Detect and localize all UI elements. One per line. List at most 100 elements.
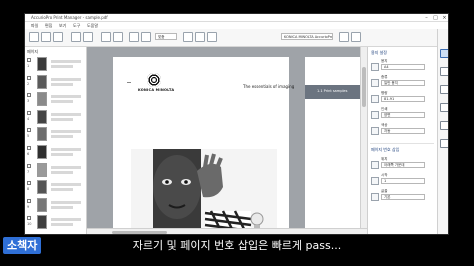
- setting-icon: [371, 95, 379, 103]
- minimize-button[interactable]: –: [422, 14, 431, 22]
- paper-icon[interactable]: [440, 67, 448, 76]
- next-document-page: 1.1 Print samples: [305, 57, 367, 229]
- page-thumbnail-row[interactable]: 3: [25, 91, 86, 108]
- page-thumbnail[interactable]: [37, 57, 47, 71]
- setting-field[interactable]: 양면: [381, 112, 425, 118]
- hand-icon[interactable]: [113, 32, 123, 42]
- thumbnail-detail-line: [51, 112, 81, 116]
- page-select-checkbox[interactable]: [27, 163, 31, 168]
- page-select-checkbox[interactable]: [27, 146, 31, 150]
- finishing-icon[interactable]: [440, 85, 448, 94]
- zoom-select[interactable]: 맞춤: [155, 33, 177, 40]
- rotate-icon[interactable]: [183, 32, 193, 42]
- maximize-button[interactable]: □: [431, 14, 440, 22]
- page-thumbnail-row[interactable]: 9: [25, 197, 86, 214]
- page-thumbnail[interactable]: [37, 180, 47, 195]
- title-bar: AccurioPro Print Manager - sample.pdf – …: [25, 14, 448, 22]
- page-thumbnail[interactable]: [37, 74, 47, 89]
- page-thumbnail-row[interactable]: 8: [25, 179, 86, 196]
- app-window: AccurioPro Print Manager - sample.pdf – …: [24, 13, 449, 235]
- settings-divider: [370, 143, 434, 144]
- page-thumbnail[interactable]: [37, 127, 47, 142]
- horizontal-scrollbar[interactable]: [87, 228, 367, 234]
- page-select-checkbox[interactable]: [27, 110, 31, 115]
- thumbnail-detail-line: [51, 65, 73, 68]
- setting-field[interactable]: 1: [381, 178, 425, 184]
- menu-tools[interactable]: 도구: [73, 22, 80, 29]
- file-name-field[interactable]: KONICA MINOLTA AccurioPress: [281, 33, 333, 40]
- print-icon[interactable]: [53, 32, 63, 42]
- thumbnail-detail-line: [51, 170, 73, 174]
- save-icon[interactable]: [41, 32, 51, 42]
- undo-icon[interactable]: [71, 32, 81, 42]
- page-thumbnail[interactable]: [37, 109, 47, 124]
- vertical-scroll-thumb[interactable]: [362, 67, 366, 107]
- menu-file[interactable]: 파일: [31, 22, 38, 29]
- page-thumbnail-row[interactable]: 5: [25, 126, 86, 143]
- color-icon[interactable]: [440, 103, 448, 112]
- konica-minolta-logo-icon: [147, 73, 161, 87]
- thumbnail-detail-line: [51, 82, 73, 86]
- page-select-checkbox[interactable]: [27, 58, 31, 62]
- toolbar: 맞춤 KONICA MINOLTA AccurioPress: [25, 29, 448, 47]
- menu-edit[interactable]: 편집: [45, 22, 52, 29]
- thumbnail-detail-line: [51, 188, 73, 192]
- document-canvas[interactable]: KONICA MINOLTA The essentials of imaging: [87, 47, 367, 234]
- thumbnail-detail-line: [51, 60, 81, 63]
- page-select-checkbox[interactable]: [27, 198, 31, 203]
- redo-icon[interactable]: [83, 32, 93, 42]
- page-select-checkbox[interactable]: [27, 216, 31, 221]
- setting-icon: [371, 161, 379, 169]
- grid-view-icon[interactable]: [339, 32, 349, 42]
- layout-icon[interactable]: [440, 49, 448, 58]
- page-thumbnail-row[interactable]: 2: [25, 74, 86, 91]
- menu-bar: 파일 편집 보기 도구 도움말: [25, 22, 448, 29]
- setting-field[interactable]: 기본: [381, 194, 425, 200]
- setting-field[interactable]: 아래쪽 가운데: [381, 162, 425, 168]
- page-thumbnail[interactable]: [37, 145, 47, 159]
- page-thumbnail-row[interactable]: 4: [25, 109, 86, 126]
- setting-field[interactable]: A4: [381, 64, 425, 70]
- page-thumbnail-row[interactable]: 6: [25, 144, 86, 161]
- select-icon[interactable]: [101, 32, 111, 42]
- page-thumbnail-row[interactable]: 1: [25, 56, 86, 73]
- page-thumbnail[interactable]: [37, 215, 47, 230]
- document-page: KONICA MINOLTA The essentials of imaging: [113, 57, 294, 234]
- thumbnail-detail-line: [51, 77, 81, 81]
- zoom-in-icon[interactable]: [129, 32, 139, 42]
- preview-icon[interactable]: [440, 121, 448, 130]
- page-number-section-title: 페이지 번호 삽입: [371, 147, 400, 152]
- menu-view[interactable]: 보기: [59, 22, 66, 29]
- page-select-checkbox[interactable]: [27, 93, 31, 98]
- setting-field[interactable]: 일반 용지: [381, 80, 425, 86]
- setting-field[interactable]: 81-91: [381, 96, 425, 102]
- thumbnail-detail-line: [51, 165, 81, 169]
- crop-icon[interactable]: [195, 32, 205, 42]
- cover-photo: [131, 149, 277, 234]
- page-number-label: 4: [27, 116, 30, 121]
- page-thumbnail-row[interactable]: 7: [25, 162, 86, 179]
- thumbnail-detail-line: [51, 95, 81, 99]
- page-select-checkbox[interactable]: [27, 75, 31, 80]
- horizontal-scroll-thumb[interactable]: [112, 231, 167, 234]
- setting-field[interactable]: 자동: [381, 128, 425, 134]
- page-select-checkbox[interactable]: [27, 128, 31, 133]
- zoom-out-icon[interactable]: [141, 32, 151, 42]
- page-number-label: 8: [27, 187, 30, 192]
- setting-icon: [371, 127, 379, 135]
- page-thumbnail[interactable]: [37, 162, 47, 177]
- page-thumbnail-row[interactable]: 10: [25, 214, 86, 231]
- page-select-checkbox[interactable]: [27, 181, 31, 186]
- menu-help[interactable]: 도움말: [87, 22, 98, 29]
- page-thumbnail[interactable]: [37, 92, 47, 107]
- setting-icon: [371, 193, 379, 201]
- settings-panel: 용지 설정 용지 A4 종류 일반 용지 평량 81-91 인쇄 양면 색상 자동 페이지 번호 …: [367, 47, 437, 234]
- page-number-label: 7: [27, 169, 30, 174]
- settings-icon[interactable]: [440, 139, 448, 148]
- open-icon[interactable]: [29, 32, 39, 42]
- close-button[interactable]: ×: [440, 14, 448, 22]
- vertical-scrollbar[interactable]: [360, 47, 367, 228]
- list-view-icon[interactable]: [351, 32, 361, 42]
- page-number-icon[interactable]: [207, 32, 217, 42]
- page-thumbnail[interactable]: [37, 197, 47, 212]
